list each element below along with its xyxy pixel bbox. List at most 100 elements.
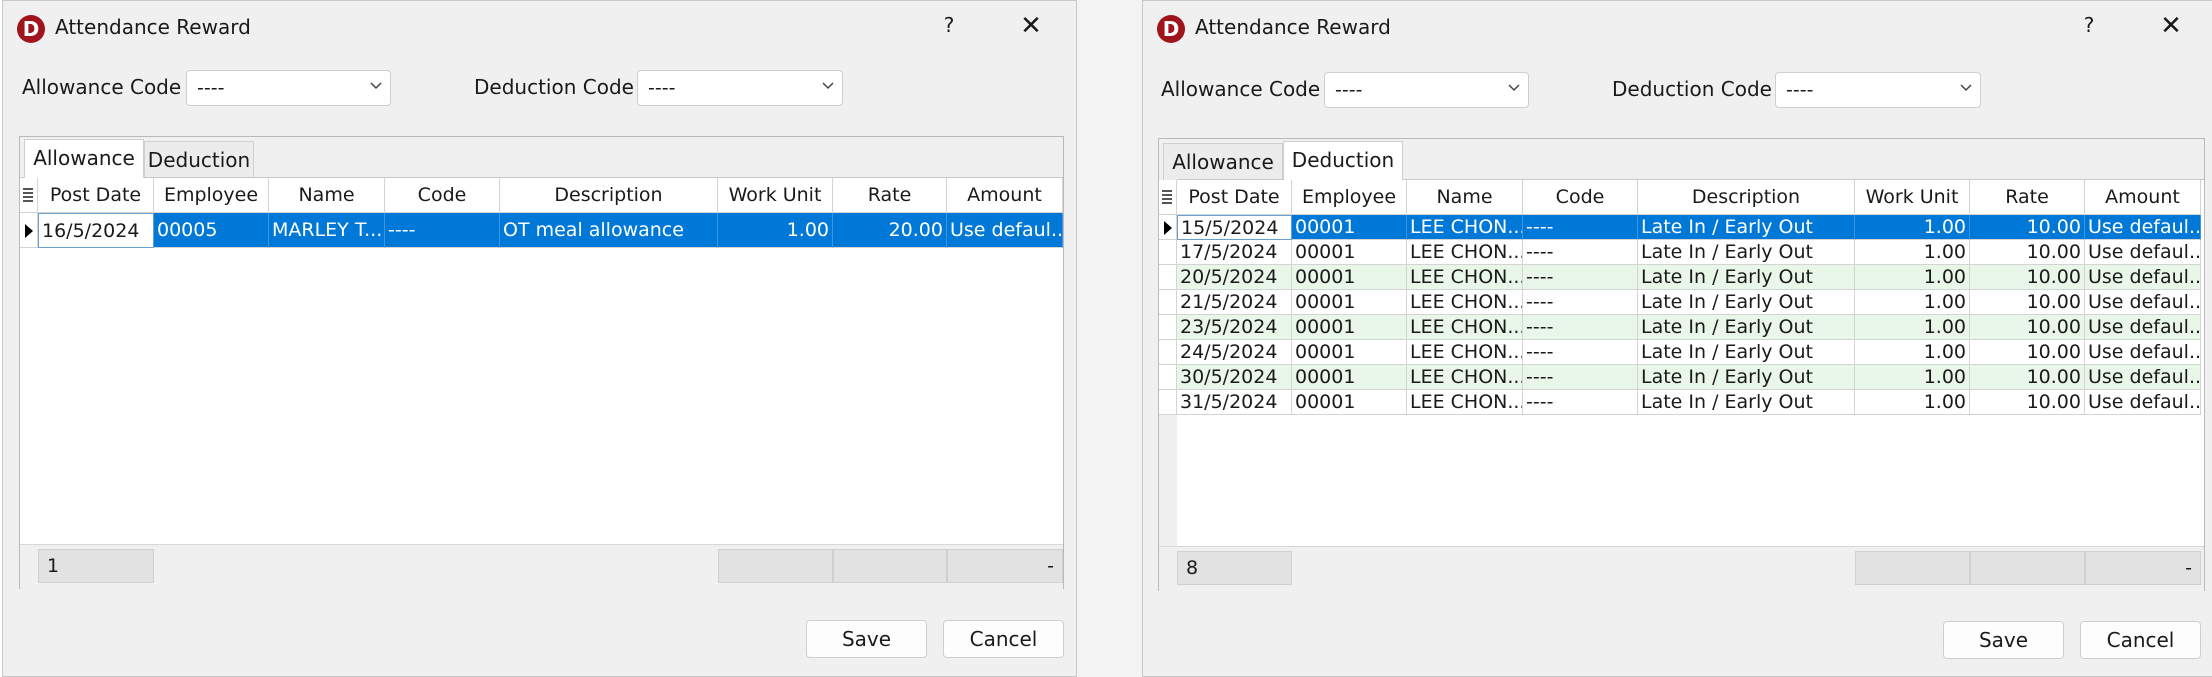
table-row[interactable]: 16/5/2024 00005 MARLEY T... ---- OT meal… xyxy=(20,213,1063,248)
allowance-code-select[interactable]: ---- xyxy=(1324,72,1529,108)
cell-post-date[interactable]: 31/5/2024 xyxy=(1177,390,1292,415)
tab-allowance[interactable]: Allowance xyxy=(1163,143,1283,180)
col-amount[interactable]: Amount xyxy=(947,178,1063,213)
col-employee[interactable]: Employee xyxy=(154,178,269,213)
table-row[interactable]: 15/5/2024 00001 LEE CHON... ---- Late In / E… xyxy=(1159,215,2204,240)
cell-description[interactable]: Late In / Early Out xyxy=(1638,390,1855,415)
tab-deduction[interactable]: Deduction xyxy=(1283,141,1403,180)
cell-post-date[interactable]: 15/5/2024 xyxy=(1177,215,1292,240)
cell-post-date[interactable]: 21/5/2024 xyxy=(1177,290,1292,315)
col-employee[interactable]: Employee xyxy=(1292,180,1407,215)
cell-name[interactable]: LEE CHON... xyxy=(1407,290,1523,315)
cell-post-date[interactable]: 16/5/2024 xyxy=(38,213,154,248)
table-row[interactable]: 23/5/2024 00001 LEE CHON... ---- Late In / E… xyxy=(1159,315,2204,340)
col-name[interactable]: Name xyxy=(269,178,385,213)
cell-code[interactable]: ---- xyxy=(385,213,500,248)
cell-description[interactable]: Late In / Early Out xyxy=(1638,340,1855,365)
cell-rate[interactable]: 20.00 xyxy=(833,213,947,248)
cell-amount[interactable]: Use defaul... xyxy=(2085,390,2201,415)
cell-code[interactable]: ---- xyxy=(1523,290,1638,315)
cell-work-unit[interactable]: 1.00 xyxy=(1855,315,1970,340)
cell-code[interactable]: ---- xyxy=(1523,240,1638,265)
cell-rate[interactable]: 10.00 xyxy=(1970,290,2085,315)
cell-amount[interactable]: Use defaul... xyxy=(2085,265,2201,290)
tab-deduction[interactable]: Deduction xyxy=(144,141,254,178)
col-description[interactable]: Description xyxy=(500,178,718,213)
table-row[interactable]: 21/5/2024 00001 LEE CHON... ---- Late In / E… xyxy=(1159,290,2204,315)
cell-work-unit[interactable]: 1.00 xyxy=(718,213,833,248)
cell-code[interactable]: ---- xyxy=(1523,315,1638,340)
cell-work-unit[interactable]: 1.00 xyxy=(1855,215,1970,240)
column-chooser-icon[interactable] xyxy=(1159,180,1177,215)
table-row[interactable]: 31/5/2024 00001 LEE CHON... ---- Late In / E… xyxy=(1159,390,2204,415)
table-row[interactable]: 17/5/2024 00001 LEE CHON... ---- Late In / E… xyxy=(1159,240,2204,265)
col-amount[interactable]: Amount xyxy=(2085,180,2201,215)
table-row[interactable]: 20/5/2024 00001 LEE CHON... ---- Late In / E… xyxy=(1159,265,2204,290)
cell-work-unit[interactable]: 1.00 xyxy=(1855,265,1970,290)
save-button[interactable]: Save xyxy=(1943,621,2064,659)
cell-post-date[interactable]: 30/5/2024 xyxy=(1177,365,1292,390)
cell-code[interactable]: ---- xyxy=(1523,265,1638,290)
close-icon[interactable]: ✕ xyxy=(2154,11,2188,41)
cell-employee[interactable]: 00001 xyxy=(1292,240,1407,265)
col-rate[interactable]: Rate xyxy=(833,178,947,213)
cell-post-date[interactable]: 24/5/2024 xyxy=(1177,340,1292,365)
cell-employee[interactable]: 00001 xyxy=(1292,215,1407,240)
cell-post-date[interactable]: 23/5/2024 xyxy=(1177,315,1292,340)
cell-description[interactable]: Late In / Early Out xyxy=(1638,240,1855,265)
cell-name[interactable]: LEE CHON... xyxy=(1407,315,1523,340)
cancel-button[interactable]: Cancel xyxy=(943,620,1064,658)
tab-allowance[interactable]: Allowance xyxy=(24,139,144,178)
table-row[interactable]: 24/5/2024 00001 LEE CHON... ---- Late In / E… xyxy=(1159,340,2204,365)
column-chooser-icon[interactable] xyxy=(20,178,38,213)
cell-amount[interactable]: Use defaul... xyxy=(2085,290,2201,315)
col-work-unit[interactable]: Work Unit xyxy=(1855,180,1970,215)
cell-employee[interactable]: 00005 xyxy=(154,213,269,248)
cell-description[interactable]: OT meal allowance xyxy=(500,213,718,248)
cell-amount[interactable]: Use defaul... xyxy=(2085,365,2201,390)
col-name[interactable]: Name xyxy=(1407,180,1523,215)
cell-rate[interactable]: 10.00 xyxy=(1970,340,2085,365)
col-description[interactable]: Description xyxy=(1638,180,1855,215)
table-row[interactable]: 30/5/2024 00001 LEE CHON... ---- Late In / E… xyxy=(1159,365,2204,390)
cell-post-date[interactable]: 17/5/2024 xyxy=(1177,240,1292,265)
cell-amount[interactable]: Use defaul... xyxy=(947,213,1063,248)
allowance-code-select[interactable]: ---- xyxy=(186,70,391,106)
cell-rate[interactable]: 10.00 xyxy=(1970,240,2085,265)
col-work-unit[interactable]: Work Unit xyxy=(718,178,833,213)
cell-employee[interactable]: 00001 xyxy=(1292,315,1407,340)
deduction-code-select[interactable]: ---- xyxy=(1775,72,1981,108)
cell-description[interactable]: Late In / Early Out xyxy=(1638,315,1855,340)
cell-work-unit[interactable]: 1.00 xyxy=(1855,340,1970,365)
col-code[interactable]: Code xyxy=(385,178,500,213)
cell-name[interactable]: LEE CHON... xyxy=(1407,390,1523,415)
cell-rate[interactable]: 10.00 xyxy=(1970,365,2085,390)
cell-work-unit[interactable]: 1.00 xyxy=(1855,290,1970,315)
cell-work-unit[interactable]: 1.00 xyxy=(1855,365,1970,390)
col-post-date[interactable]: Post Date xyxy=(1177,180,1292,215)
cell-name[interactable]: LEE CHON... xyxy=(1407,340,1523,365)
cell-description[interactable]: Late In / Early Out xyxy=(1638,365,1855,390)
cell-employee[interactable]: 00001 xyxy=(1292,265,1407,290)
cell-amount[interactable]: Use defaul... xyxy=(2085,315,2201,340)
col-post-date[interactable]: Post Date xyxy=(38,178,154,213)
cell-work-unit[interactable]: 1.00 xyxy=(1855,390,1970,415)
cell-name[interactable]: LEE CHON... xyxy=(1407,365,1523,390)
col-rate[interactable]: Rate xyxy=(1970,180,2085,215)
cell-code[interactable]: ---- xyxy=(1523,215,1638,240)
cell-description[interactable]: Late In / Early Out xyxy=(1638,265,1855,290)
help-button[interactable]: ? xyxy=(934,13,964,37)
close-icon[interactable]: ✕ xyxy=(1014,11,1048,41)
cell-amount[interactable]: Use defaul... xyxy=(2085,340,2201,365)
cell-employee[interactable]: 00001 xyxy=(1292,390,1407,415)
col-code[interactable]: Code xyxy=(1523,180,1638,215)
cell-post-date[interactable]: 20/5/2024 xyxy=(1177,265,1292,290)
cell-code[interactable]: ---- xyxy=(1523,390,1638,415)
cell-name[interactable]: LEE CHON... xyxy=(1407,240,1523,265)
cell-employee[interactable]: 00001 xyxy=(1292,365,1407,390)
cell-rate[interactable]: 10.00 xyxy=(1970,215,2085,240)
cell-description[interactable]: Late In / Early Out xyxy=(1638,215,1855,240)
save-button[interactable]: Save xyxy=(806,620,927,658)
cell-name[interactable]: LEE CHON... xyxy=(1407,215,1523,240)
cell-description[interactable]: Late In / Early Out xyxy=(1638,290,1855,315)
